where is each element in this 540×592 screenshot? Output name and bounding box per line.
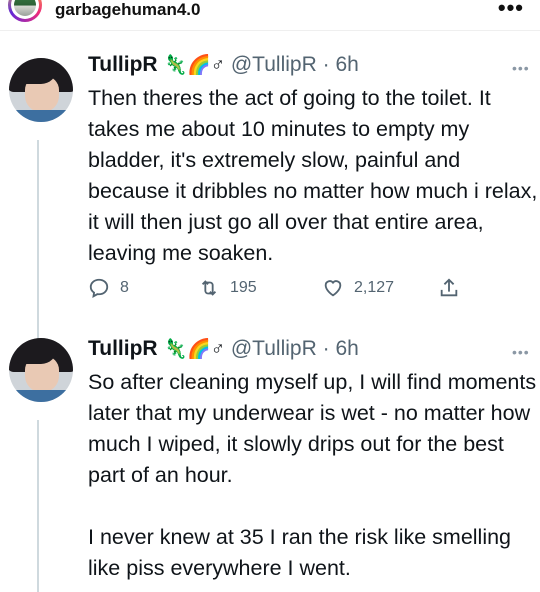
timestamp[interactable]: 6h: [335, 337, 358, 360]
tweet-more-icon[interactable]: •••: [512, 344, 530, 360]
separator: ·: [322, 337, 330, 360]
tweet-more-icon[interactable]: •••: [512, 60, 530, 76]
retweet-count: 195: [230, 279, 257, 296]
name-emojis: 🦎🌈♂: [163, 339, 226, 360]
like-count: 2,127: [354, 279, 395, 296]
instagram-post-header: garbagehuman4.0 •••: [0, 0, 540, 30]
tweet-text: So after cleaning myself up, I will find…: [88, 370, 537, 580]
handle[interactable]: @TullipR: [231, 53, 317, 76]
tweet-author-row: TullipR 🦎🌈♂ @TullipR · 6h: [88, 52, 359, 78]
separator: ·: [322, 53, 330, 76]
display-name[interactable]: TullipR: [88, 53, 158, 76]
like-button[interactable]: 2,127: [322, 276, 394, 300]
retweet-icon: [201, 280, 217, 296]
tweet-text: Then theres the act of going to the toil…: [88, 86, 538, 265]
reply-button[interactable]: 8: [88, 276, 129, 300]
avatar-image: [14, 0, 36, 16]
tweet-author-row: TullipR 🦎🌈♂ @TullipR · 6h: [88, 336, 359, 362]
timestamp[interactable]: 6h: [335, 53, 358, 76]
tweet-avatar[interactable]: [9, 338, 73, 402]
post-username[interactable]: garbagehuman4.0: [55, 0, 201, 20]
share-icon: [440, 278, 458, 297]
tweet-actions: 8 195 2,127: [88, 276, 508, 300]
name-emojis: 🦎🌈♂: [163, 55, 226, 76]
thread-line: [37, 140, 39, 340]
heart-icon: [324, 280, 342, 297]
tweet-avatar[interactable]: [9, 58, 73, 122]
reply-icon: [89, 278, 109, 298]
more-options-icon[interactable]: •••: [498, 0, 524, 19]
reply-count: 8: [120, 279, 129, 296]
handle[interactable]: @TullipR: [231, 337, 317, 360]
thread-line: [37, 420, 39, 592]
share-button[interactable]: [438, 276, 470, 300]
display-name[interactable]: TullipR: [88, 337, 158, 360]
profile-avatar[interactable]: [8, 0, 42, 22]
retweet-button[interactable]: 195: [198, 276, 257, 300]
divider: [0, 30, 540, 31]
